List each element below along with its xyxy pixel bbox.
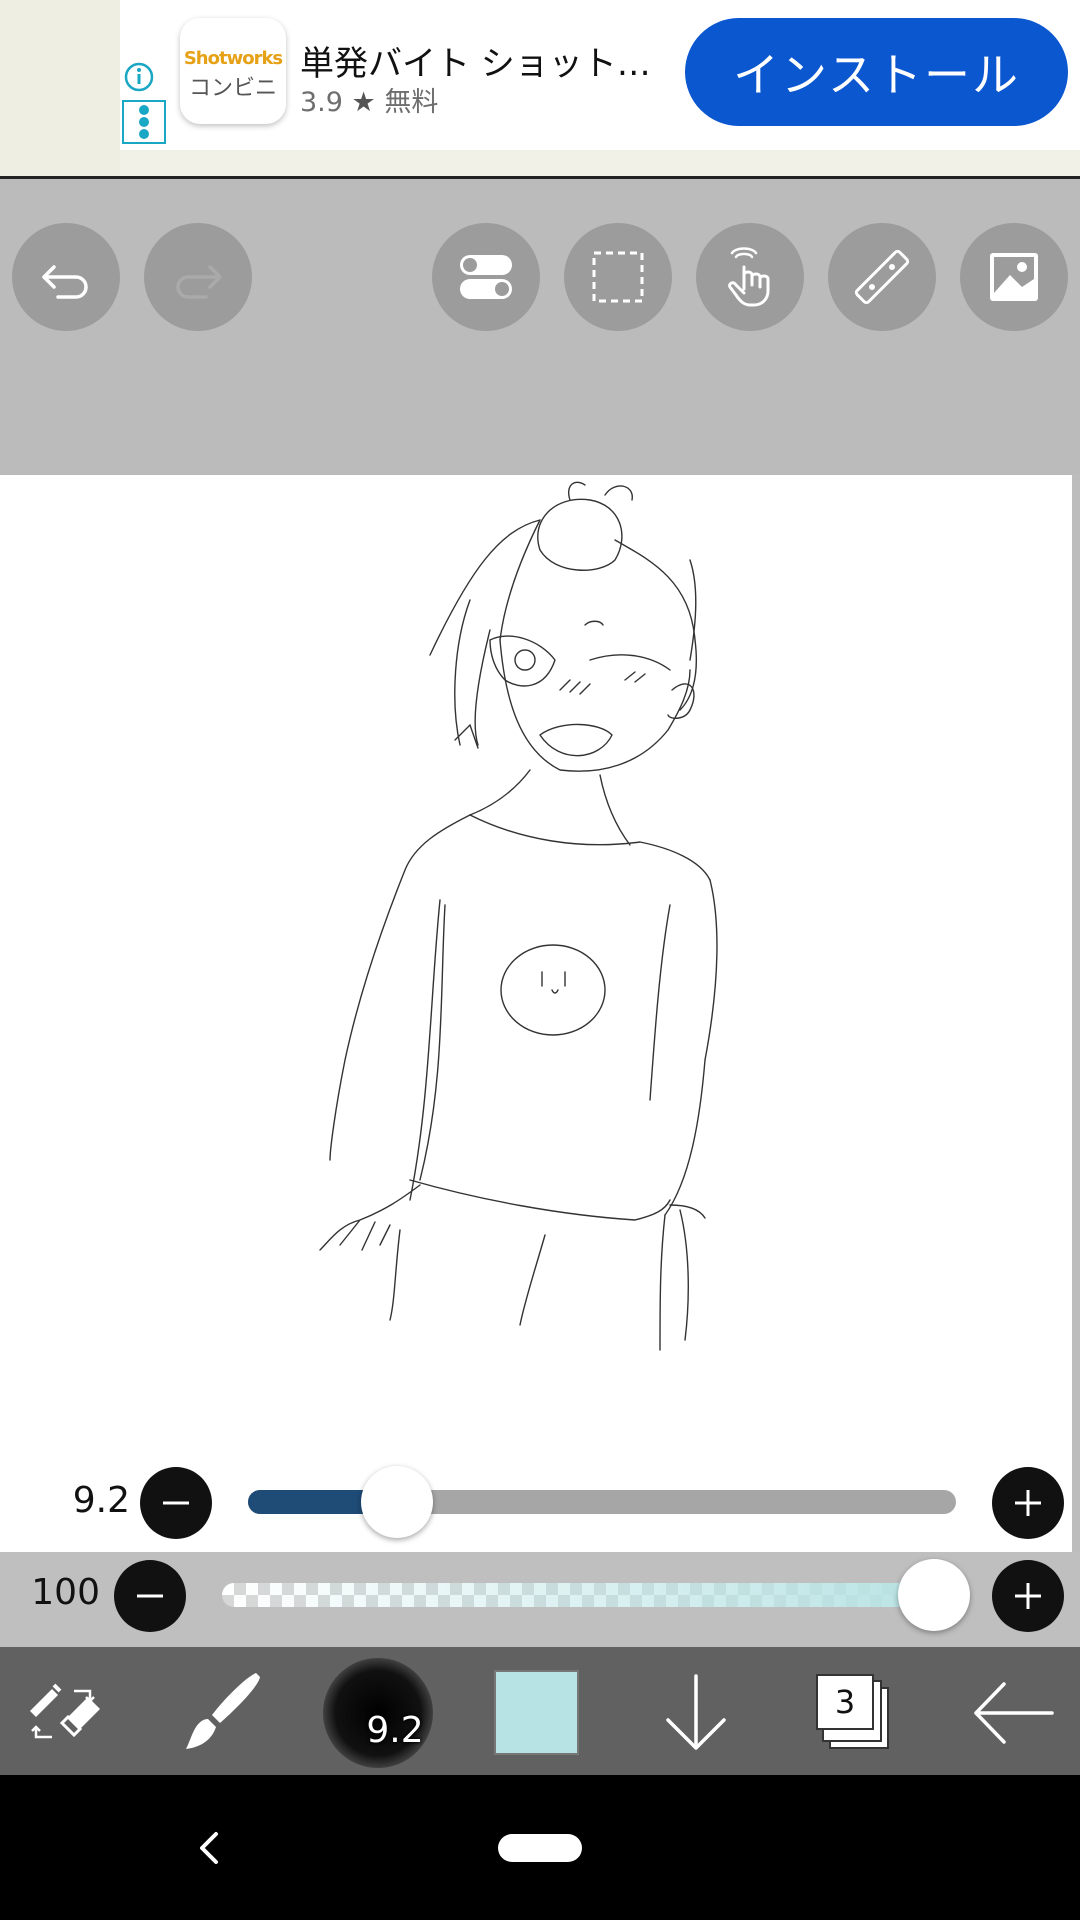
ruler-icon (854, 249, 910, 305)
hand-button[interactable] (696, 223, 804, 331)
size-decrease-button[interactable] (140, 1467, 212, 1539)
plus-icon (1015, 1490, 1041, 1516)
ad-app-icon-line1: Shotworks (183, 48, 283, 69)
sketch-drawing (319, 481, 718, 1351)
back-arrow-button[interactable] (968, 1672, 1058, 1754)
layers-button[interactable]: 3 (812, 1670, 896, 1756)
layer-down-button[interactable] (656, 1668, 736, 1758)
image-icon (990, 253, 1038, 301)
drawing-canvas[interactable] (0, 475, 1072, 1552)
redo-button[interactable] (144, 223, 252, 331)
ad-banner[interactable]: Shotworks コンビニ 単発バイト ショット… 3.9 ★ 無料 インスト… (0, 0, 1080, 179)
redo-icon (176, 265, 222, 299)
swap-tool-button[interactable] (22, 1671, 106, 1755)
selection-icon (592, 251, 644, 303)
brush-tool-button[interactable] (176, 1667, 266, 1757)
chevron-left-icon (200, 1832, 218, 1864)
ad-subtitle: 3.9 ★ 無料 (300, 80, 438, 119)
toggle-icon (460, 255, 512, 299)
toggle-button[interactable] (432, 223, 540, 331)
undo-button[interactable] (12, 223, 120, 331)
brush-opacity-value: 100 (31, 1572, 100, 1613)
image-button[interactable] (960, 223, 1068, 331)
layer-count: 3 (816, 1674, 874, 1730)
opacity-slider-thumb[interactable] (898, 1559, 970, 1631)
ad-title[interactable]: 単発バイト ショット… (300, 36, 651, 85)
brush-size-slider-thumb[interactable] (360, 1466, 433, 1538)
star-icon: ★ (351, 87, 376, 118)
nav-home-pill[interactable] (498, 1834, 582, 1862)
brush-eraser-swap-icon (30, 1683, 100, 1739)
undo-icon (42, 265, 88, 299)
ad-choices-icon[interactable] (122, 100, 166, 144)
ruler-button[interactable] (828, 223, 936, 331)
opacity-increase-button[interactable] (992, 1560, 1064, 1632)
selection-button[interactable] (564, 223, 672, 331)
color-swatch-button[interactable] (494, 1670, 579, 1755)
opacity-decrease-button[interactable] (114, 1560, 186, 1632)
brush-preview-size: 9.2 (366, 1710, 424, 1751)
arrow-left-icon (974, 1682, 1054, 1744)
info-icon[interactable] (124, 62, 154, 92)
ad-left-strip (0, 0, 120, 178)
minus-icon (137, 1594, 163, 1598)
opacity-slider[interactable] (222, 1583, 952, 1607)
ad-app-icon-line2: コンビニ (188, 76, 277, 101)
ad-rating: 3.9 (300, 87, 343, 118)
minus-icon (163, 1501, 189, 1505)
size-increase-button[interactable] (992, 1467, 1064, 1539)
brush-size-value: 9.2 (72, 1480, 130, 1521)
plus-icon (1015, 1583, 1041, 1609)
brush-icon (186, 1673, 260, 1749)
hand-icon (728, 247, 770, 307)
top-toolbar (0, 179, 1080, 475)
arrow-down-icon (666, 1674, 726, 1750)
ad-app-icon[interactable]: Shotworks コンビニ (180, 18, 286, 124)
nav-back-button[interactable] (190, 1828, 230, 1868)
install-button[interactable]: インストール (685, 18, 1068, 126)
ad-price: 無料 (384, 87, 439, 118)
